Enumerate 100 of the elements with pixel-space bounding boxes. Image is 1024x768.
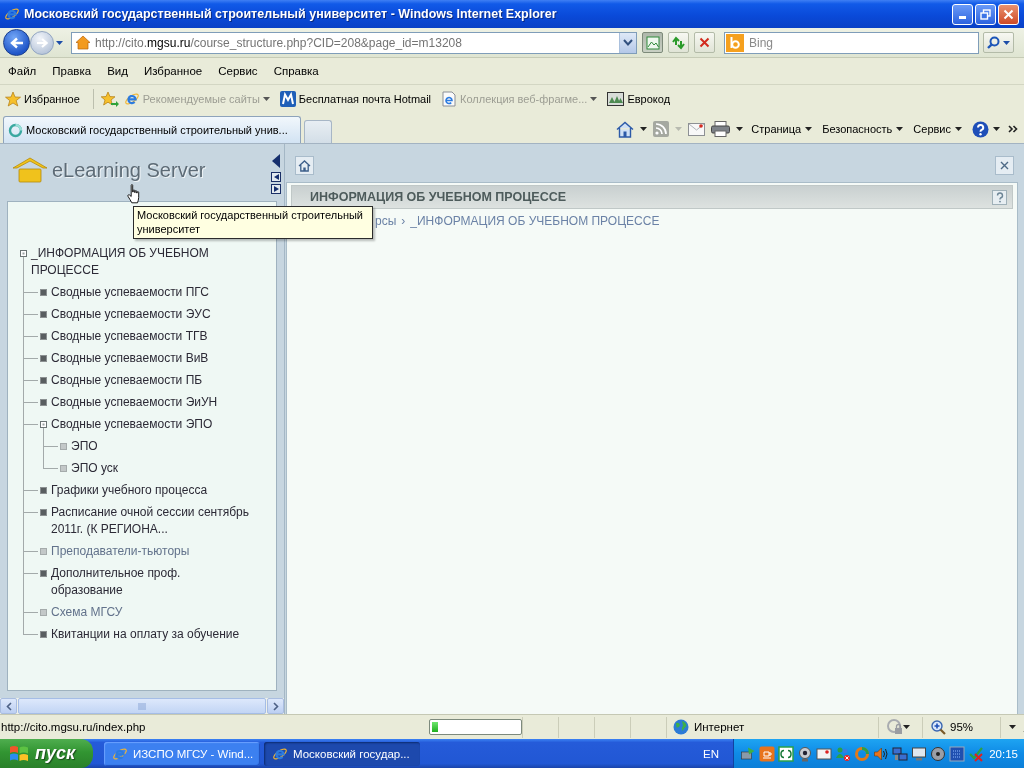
help-icon <box>972 120 989 138</box>
tree-item-link[interactable]: Квитанции на оплату за обучение <box>51 626 254 643</box>
menu-item[interactable]: Правка <box>44 63 100 79</box>
help-button[interactable] <box>992 189 1007 205</box>
speaker-icon[interactable] <box>873 745 889 762</box>
command-menu-button[interactable]: Страница <box>747 121 817 137</box>
people-icon[interactable] <box>835 745 851 762</box>
tree-item-link[interactable]: Дополнительное проф. образование <box>51 565 254 599</box>
command-menu-button[interactable]: Сервис <box>909 121 966 137</box>
tree-item-link[interactable]: ЭПО уск <box>71 460 254 477</box>
card-icon[interactable] <box>816 745 832 762</box>
network-icon[interactable] <box>892 745 908 762</box>
start-button[interactable]: пуск <box>0 739 93 768</box>
protected-mode-button[interactable] <box>885 717 912 737</box>
previous-button[interactable] <box>271 172 281 182</box>
url-text: http://cito.mgsu.ru/course_structure.php?CID=208&page_id=m13208 <box>95 35 463 50</box>
address-dropdown-button[interactable] <box>619 32 636 53</box>
tree-item-link[interactable]: Сводные успеваемости ВиВ <box>51 350 254 367</box>
menu-item[interactable]: Сервис <box>210 63 266 79</box>
expand-toggle-icon[interactable] <box>40 509 47 516</box>
back-button[interactable] <box>3 29 30 56</box>
expand-toggle-icon[interactable] <box>40 399 47 406</box>
house-logo-icon <box>12 157 48 183</box>
expand-toggle-icon[interactable] <box>40 311 47 318</box>
tree-item-link[interactable]: _ИНФОРМАЦИЯ ОБ УЧЕБНОМ ПРОЦЕССЕ <box>31 245 254 279</box>
usb-device-icon[interactable] <box>740 745 756 762</box>
menu-item[interactable]: Вид <box>99 63 136 79</box>
more-commands-button[interactable] <box>1006 123 1020 135</box>
refresh-button[interactable] <box>668 32 689 53</box>
favorite-link[interactable]: Еврокод <box>604 89 674 109</box>
caret-icon <box>640 127 648 131</box>
collapse-panel-button[interactable] <box>270 152 282 170</box>
minimize-button[interactable] <box>952 3 973 25</box>
taskbar-button[interactable]: ИЗСПО МГСУ - Wind... <box>104 741 260 766</box>
scrollbar-thumb[interactable] <box>18 698 266 714</box>
tree-item-link[interactable]: Расписание очной сессии сентябрь 2011г. (К РЕГИОНА... <box>51 504 254 538</box>
expand-toggle-icon[interactable] <box>40 289 47 296</box>
print-button[interactable] <box>709 119 733 139</box>
tree-item-link[interactable]: Схема МГСУ <box>51 604 254 621</box>
tree-item-link[interactable]: Сводные успеваемости ЭУС <box>51 306 254 323</box>
restore-icon <box>980 8 991 20</box>
scroll-right-button[interactable] <box>267 698 284 714</box>
menu-item[interactable]: Избранное <box>135 63 211 79</box>
tree-item-link[interactable]: Сводные успеваемости ПБ <box>51 372 254 389</box>
print-dropdown-button[interactable] <box>734 125 746 133</box>
address-field[interactable]: http://cito.mgsu.ru/course_structure.php?CID=208&page_id=m13208 <box>71 31 637 54</box>
collapse-toggle-icon[interactable] <box>40 421 47 428</box>
restore-button[interactable] <box>975 3 996 25</box>
language-indicator[interactable]: EN <box>703 747 719 760</box>
caret-icon <box>1003 40 1010 45</box>
chevron-down-icon <box>623 39 633 46</box>
home-icon <box>616 120 635 138</box>
history-dropdown-button[interactable] <box>54 38 65 47</box>
home-button[interactable] <box>295 156 314 175</box>
home-dropdown-button[interactable] <box>638 125 650 133</box>
close-button[interactable] <box>995 156 1014 175</box>
check-cross-icon[interactable] <box>968 745 984 762</box>
stop-button[interactable] <box>694 32 715 53</box>
expand-toggle-icon[interactable] <box>40 355 47 362</box>
search-field[interactable]: Bing <box>724 31 979 54</box>
collapse-toggle-icon[interactable] <box>20 250 27 257</box>
zone-label: Интернет <box>694 721 745 733</box>
command-menu-button[interactable]: Безопасность <box>818 121 908 137</box>
caret-icon <box>955 127 962 131</box>
expand-toggle-icon[interactable] <box>40 570 47 577</box>
menu-item[interactable]: Справка <box>265 63 327 79</box>
browser-tab[interactable]: Московский государственный строительный унив... <box>3 116 301 143</box>
breadcrumb-link[interactable]: рсы <box>375 214 397 228</box>
favorite-link[interactable]: Бесплатная почта Hotmail <box>276 89 435 109</box>
search-button[interactable] <box>983 32 1014 53</box>
tree-item-link[interactable]: Сводные успеваемости ЭиУН <box>51 394 254 411</box>
next-button[interactable] <box>271 184 281 194</box>
add-favorite-button[interactable] <box>98 89 121 109</box>
compatibility-view-button[interactable] <box>642 32 663 53</box>
ie-logo-icon <box>123 91 140 107</box>
grid-icon[interactable] <box>949 745 965 762</box>
expand-toggle-icon[interactable] <box>40 487 47 494</box>
webcam-icon[interactable] <box>797 745 813 762</box>
tree-item-link[interactable]: Сводные успеваемости ПГС <box>51 284 254 301</box>
tree-item-link[interactable]: ЭПО <box>71 438 254 455</box>
favorites-button[interactable]: Избранное <box>2 89 83 109</box>
mail-button[interactable] <box>686 120 708 138</box>
expand-toggle-icon[interactable] <box>40 333 47 340</box>
tree-item-link[interactable]: Преподаватели-тьюторы <box>51 543 254 560</box>
expand-toggle-icon[interactable] <box>40 631 47 638</box>
zoom-button[interactable]: 95% <box>929 719 976 735</box>
taskbar-button[interactable]: Московский государ... <box>264 741 420 766</box>
disc-icon[interactable] <box>930 745 946 762</box>
menu-item[interactable]: Файл <box>0 63 45 79</box>
scroll-left-button[interactable] <box>0 698 17 714</box>
breadcrumb-link[interactable]: _ИНФОРМАЦИЯ ОБ УЧЕБНОМ ПРОЦЕССЕ <box>410 214 660 228</box>
tree-item-link[interactable]: Сводные успеваемости ЭПО <box>51 416 254 433</box>
app-frame-icon[interactable] <box>778 745 794 762</box>
cup-icon[interactable] <box>759 745 775 762</box>
expand-toggle-icon[interactable] <box>40 377 47 384</box>
tree-item-link[interactable]: Сводные успеваемости ТГВ <box>51 328 254 345</box>
monitor-icon[interactable] <box>911 745 927 762</box>
zoom-dropdown-button[interactable] <box>1007 723 1018 731</box>
left-arrow-icon <box>9 36 24 49</box>
tree-item-link[interactable]: Графики учебного процесса <box>51 482 254 499</box>
